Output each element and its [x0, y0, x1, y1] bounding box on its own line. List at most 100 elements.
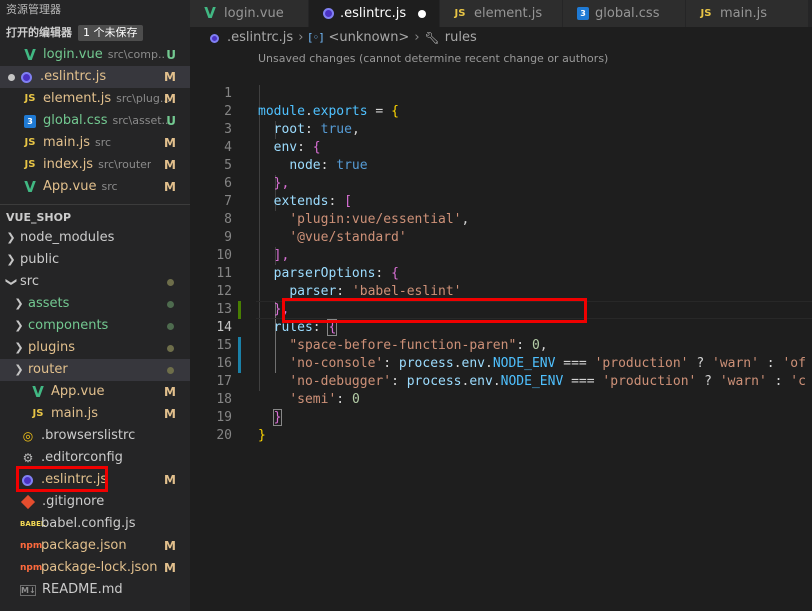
css-file-icon: 3	[24, 114, 36, 128]
tree-folder[interactable]: ❯ public	[0, 249, 190, 271]
chevron-right-icon: ›	[414, 30, 420, 45]
vue-file-icon: V	[24, 178, 36, 196]
js-file-icon: JS	[454, 8, 466, 19]
breadcrumb-file[interactable]: .eslintrc.js	[227, 27, 293, 49]
open-editor-path: src\router	[98, 158, 152, 171]
open-editor-name: main.js	[43, 135, 90, 150]
babel-file-icon: BABEL	[20, 520, 46, 528]
breadcrumb: .eslintrc.js › [◦] <unknown> › 🔧︎ rules	[190, 27, 812, 49]
git-status: M	[164, 407, 176, 421]
open-editor-item[interactable]: JS element.js src\plug... M	[0, 88, 190, 110]
open-editors-header[interactable]: 打开的编辑器 1 个未保存	[0, 22, 190, 44]
open-editor-item[interactable]: 3 global.css src\asset... U	[0, 110, 190, 132]
tree-item-name: main.js	[51, 406, 98, 421]
breadcrumb-property[interactable]: rules	[445, 27, 477, 49]
code-line: 10 parserOptions: {	[190, 229, 812, 281]
git-status: M	[164, 180, 176, 194]
tree-item-name: App.vue	[51, 384, 105, 399]
npm-file-icon: npm	[20, 541, 43, 551]
js-file-icon: JS	[24, 93, 36, 104]
breadcrumb-object[interactable]: <unknown>	[328, 27, 409, 49]
untracked-dot-icon	[167, 301, 174, 308]
tab-element-js[interactable]: JS element.js	[440, 0, 563, 27]
tab-main-js[interactable]: JS main.js	[686, 0, 809, 27]
css-file-icon: 3	[577, 7, 589, 20]
chevron-right-icon: ❯	[14, 297, 24, 310]
code-line: 17 'semi': 0	[190, 355, 812, 407]
editor-tabs: V login.vue .eslintrc.js JS element.js 3…	[190, 0, 812, 27]
js-file-icon: JS	[700, 8, 712, 19]
code-line: 8 '@vue/standard'	[190, 193, 812, 245]
code-editor[interactable]: Unsaved changes (cannot determine recent…	[190, 49, 812, 611]
open-editor-item[interactable]: JS index.js src\router M	[0, 154, 190, 176]
chevron-down-icon: ❯	[5, 277, 18, 287]
vue-file-icon: V	[32, 383, 44, 401]
tree-file[interactable]: .gitignore	[0, 491, 190, 513]
tree-item-name: package-lock.json	[41, 560, 158, 575]
tab-label: login.vue	[224, 6, 284, 21]
tree-folder[interactable]: ❯ components	[0, 315, 190, 337]
js-file-icon: JS	[32, 408, 44, 419]
tree-folder[interactable]: ❯ plugins	[0, 337, 190, 359]
code-line: 16 'no-debugger': process.env.NODE_ENV =…	[190, 337, 812, 389]
tab-login-vue[interactable]: V login.vue	[190, 0, 309, 27]
unsaved-dot-icon[interactable]	[8, 73, 15, 81]
unsaved-count-badge: 1 个未保存	[78, 25, 143, 41]
code-line: 7 'plugin:vue/essential',	[190, 175, 812, 227]
tree-item-name: plugins	[28, 340, 75, 355]
tree-file[interactable]: npm package.json M	[0, 535, 190, 557]
unsaved-dot-icon[interactable]	[418, 9, 427, 18]
chevron-right-icon: ❯	[6, 231, 16, 244]
chevron-right-icon: ❯	[14, 363, 24, 376]
project-label: VUE_SHOP	[6, 211, 72, 224]
modified-dot-icon	[167, 367, 174, 374]
modified-dot-icon	[167, 345, 174, 352]
tree-file[interactable]: M↓ README.md	[0, 579, 190, 601]
tree-file[interactable]: V App.vue M	[0, 381, 190, 403]
open-editor-item[interactable]: V login.vue src\comp... U	[0, 44, 190, 66]
tree-folder[interactable]: ❯ src	[0, 271, 190, 293]
tab-global-css[interactable]: 3 global.css	[563, 0, 686, 27]
tab-label: .eslintrc.js	[340, 6, 407, 21]
git-status: U	[166, 48, 176, 62]
chevron-right-icon: ❯	[6, 253, 16, 266]
eslint-file-icon	[21, 71, 32, 83]
open-editor-name: index.js	[43, 157, 94, 172]
eslint-file-icon	[210, 33, 219, 43]
tab-label: element.js	[474, 6, 543, 21]
open-editor-item[interactable]: .eslintrc.js M	[0, 66, 190, 88]
tree-folder[interactable]: ❯ router	[0, 359, 190, 381]
open-editor-name: App.vue	[43, 179, 97, 194]
tree-item-name: router	[28, 362, 68, 377]
code-line: 5 },	[190, 139, 812, 191]
open-editor-item[interactable]: JS main.js src M	[0, 132, 190, 154]
open-editor-path: src\comp...	[107, 48, 164, 61]
git-status: M	[164, 92, 176, 106]
tree-file[interactable]: BABEL babel.config.js	[0, 513, 190, 535]
code-token: }	[258, 428, 266, 443]
tree-item-name: assets	[28, 296, 70, 311]
tree-file[interactable]: ◎ .browserslistrc	[0, 425, 190, 447]
annotation-box-eslintrc	[16, 466, 108, 492]
eslint-file-icon	[323, 8, 334, 19]
code-line: 18 }	[190, 373, 812, 426]
open-editor-name: global.css	[43, 113, 108, 128]
untracked-dot-icon	[167, 323, 174, 330]
git-file-icon	[20, 494, 36, 510]
tree-file[interactable]: JS main.js M	[0, 403, 190, 425]
codelens-annotation[interactable]: Unsaved changes (cannot determine recent…	[258, 52, 608, 65]
tree-folder[interactable]: ❯ assets	[0, 293, 190, 315]
project-header[interactable]: VUE_SHOP	[0, 209, 190, 227]
tree-file[interactable]: npm package-lock.json M	[0, 557, 190, 579]
wrench-icon: 🔧︎	[424, 31, 440, 45]
tree-folder[interactable]: ❯ node_modules	[0, 227, 190, 249]
code-line: 9 ],	[190, 211, 812, 263]
code-line: 2 root: true,	[190, 85, 812, 137]
tree-item-name: .gitignore	[42, 494, 105, 509]
tab-eslintrc[interactable]: .eslintrc.js	[309, 0, 440, 27]
git-status: U	[166, 114, 176, 128]
code-line: 6 extends: [	[190, 157, 812, 209]
open-editor-item[interactable]: V App.vue src M	[0, 176, 190, 198]
object-symbol-icon: [◦]	[308, 31, 324, 44]
annotation-box-rule	[282, 298, 587, 323]
